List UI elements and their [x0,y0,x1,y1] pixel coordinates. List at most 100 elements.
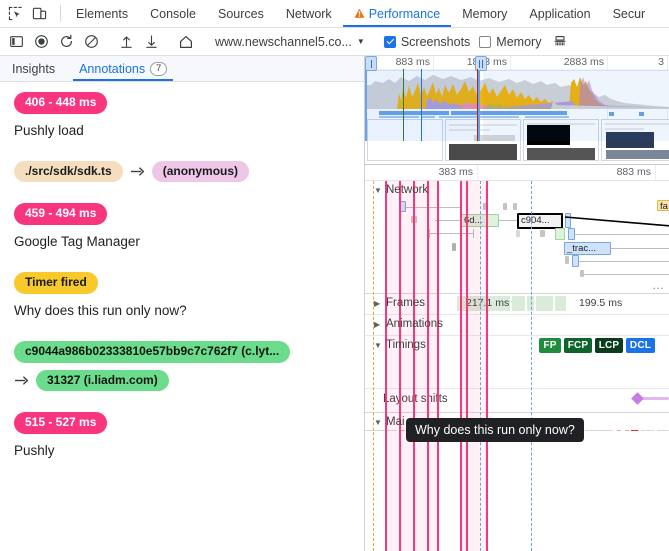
annotation-text[interactable]: Pushly [14,443,350,460]
track-layout-shifts[interactable]: Layout shifts [365,389,669,413]
warning-triangle-icon [354,8,365,18]
sidebar-tab-annotations[interactable]: Annotations 7 [67,56,179,81]
sidebar-tab-insights[interactable]: Insights [0,56,67,81]
tab-performance[interactable]: Performance [342,0,452,27]
target-page-select[interactable]: www.newschannel5.co... ▼ [209,35,371,49]
screenshots-checkbox[interactable]: Screenshots [382,35,476,49]
annotation-badge-row: 459 - 494 ms [14,203,350,226]
track-header-frames[interactable]: ▶ Frames [365,294,669,312]
chevron-down-icon: ▼ [356,37,365,46]
download-arrow-icon[interactable] [139,31,163,53]
trash-brush-icon[interactable] [548,31,572,53]
network-request-bar[interactable]: fa [657,200,669,211]
track-network[interactable]: ▼ Network fa 6d... c904... _trac... … [365,181,669,294]
home-icon[interactable] [174,31,198,53]
annotation-badge-row: Timer fired [14,272,350,294]
ruler-tick-label: 383 ms [438,166,473,178]
chevron-expanded-icon: ▼ [374,417,382,427]
overview-window-handle-left[interactable] [365,56,377,71]
overview-tick-label: 3 [658,56,664,68]
panel-tabs: Elements Console Sources Network Performance… [65,0,656,27]
annotation-entry[interactable]: ./src/sdk/sdk.ts (anonymous) [0,160,364,183]
filmstrip-frame[interactable] [523,119,599,161]
tab-memory[interactable]: Memory [451,0,518,27]
annotation-time-range-badge[interactable]: 459 - 494 ms [14,203,108,226]
network-request-tick [452,243,456,251]
annotation-chip-from[interactable]: c9044a986b02333810e57bb9c7c762f7 (c.lyt.… [14,340,291,363]
tab-label: Application [529,6,591,21]
toolbar-divider [60,5,61,22]
track-label-timings: Timings [386,339,426,351]
filmstrip-frame[interactable] [601,119,669,161]
record-circle-icon[interactable] [29,31,53,53]
overview-marker-red [477,69,478,141]
filmstrip-frame[interactable] [367,119,443,161]
track-timings[interactable]: ▼ Timings FP FCP LCP DCL [365,336,669,389]
annotation-text[interactable]: Google Tag Manager [14,234,350,251]
annotation-text[interactable]: Pushly load [14,123,350,140]
annotation-badge-row: 515 - 527 ms [14,412,350,435]
tab-label: Elements [76,6,129,21]
tab-label: Secur [612,6,646,21]
tab-secur[interactable]: Secur [602,0,657,27]
timeline-overview[interactable]: 883 ms 1883 ms 2883 ms 3 [365,56,669,161]
tab-label: Performance [368,6,441,21]
memory-label: Memory [496,34,542,49]
target-page-label: www.newschannel5.co... [215,34,352,49]
annotations-count-badge: 7 [150,61,168,76]
chevron-expanded-icon: ▼ [374,340,382,350]
network-rows: fa 6d... c904... _trac... [365,199,669,293]
track-frames[interactable]: ▶ Frames 217.1 ms 199.5 ms [365,294,669,315]
annotation-entry[interactable]: 515 - 527 ms Pushly [0,412,364,460]
annotation-entry[interactable]: c9044a986b02333810e57bb9c7c762f7 (c.lyt.… [0,340,364,392]
annotation-chip-to[interactable]: (anonymous) [151,160,250,183]
network-request-bar[interactable] [565,213,571,228]
network-request-line [579,261,669,262]
annotation-text[interactable]: Why does this run only now? [14,303,350,320]
device-toolbar-icon[interactable] [28,3,50,25]
annotation-time-range-badge[interactable]: 406 - 448 ms [14,92,108,114]
annotation-chip-to[interactable]: 31327 (i.liadm.com) [36,369,169,392]
track-animations[interactable]: ▶ Animations [365,315,669,336]
network-request-tick [503,203,507,210]
timing-dash-orange [373,181,374,551]
reload-icon[interactable] [54,31,78,53]
network-request-selected[interactable]: c904... [517,213,563,229]
track-label-network: Network [386,184,429,196]
network-more-icon[interactable]: … [652,278,665,292]
overview-filmstrip[interactable] [365,119,669,164]
inspect-element-icon[interactable] [4,3,26,25]
track-main-thread[interactable]: ▼ Mai Task Task [365,413,669,442]
track-header-network[interactable]: ▼ Network [365,181,669,199]
tab-network[interactable]: Network [275,0,343,27]
memory-checkbox[interactable]: Memory [477,35,547,49]
network-request-bar[interactable]: _trac... [564,242,611,255]
annotation-entry[interactable]: 406 - 448 ms Pushly load [0,92,364,140]
network-request-line [406,207,462,208]
clear-slash-icon[interactable] [79,31,103,53]
sidebar-tab-label: Insights [12,61,56,76]
layout-shift-marker[interactable] [631,392,644,405]
tab-elements[interactable]: Elements [65,0,139,27]
filmstrip-frame[interactable] [445,119,521,161]
track-header-timings[interactable]: ▼ Timings [365,336,669,354]
upload-arrow-icon[interactable] [114,31,138,53]
screenshots-label: Screenshots [400,34,471,49]
annotation-entry[interactable]: 459 - 494 ms Google Tag Manager [0,203,364,251]
tab-console[interactable]: Console [139,0,207,27]
panel-left-icon[interactable] [4,31,28,53]
annotation-chip-from[interactable]: ./src/sdk/sdk.ts [14,160,123,183]
network-request-bar[interactable] [572,255,579,267]
annotation-entry-badge[interactable]: Timer fired [14,272,98,294]
timeline-tracks[interactable]: ▼ Network fa 6d... c904... _trac... … ▶ … [365,181,669,551]
network-request-bar[interactable] [555,228,565,240]
annotation-time-range-badge[interactable]: 515 - 527 ms [14,412,108,435]
tab-sources[interactable]: Sources [207,0,275,27]
network-request-line [583,274,669,275]
annotation-entry[interactable]: Timer fired Why does this run only now? [0,272,364,320]
tab-label: Sources [217,6,264,21]
track-header-animations[interactable]: ▶ Animations [365,315,669,333]
network-request-bar[interactable] [568,228,575,240]
tab-application[interactable]: Application [518,0,601,27]
overview-marker-blue [421,69,422,141]
